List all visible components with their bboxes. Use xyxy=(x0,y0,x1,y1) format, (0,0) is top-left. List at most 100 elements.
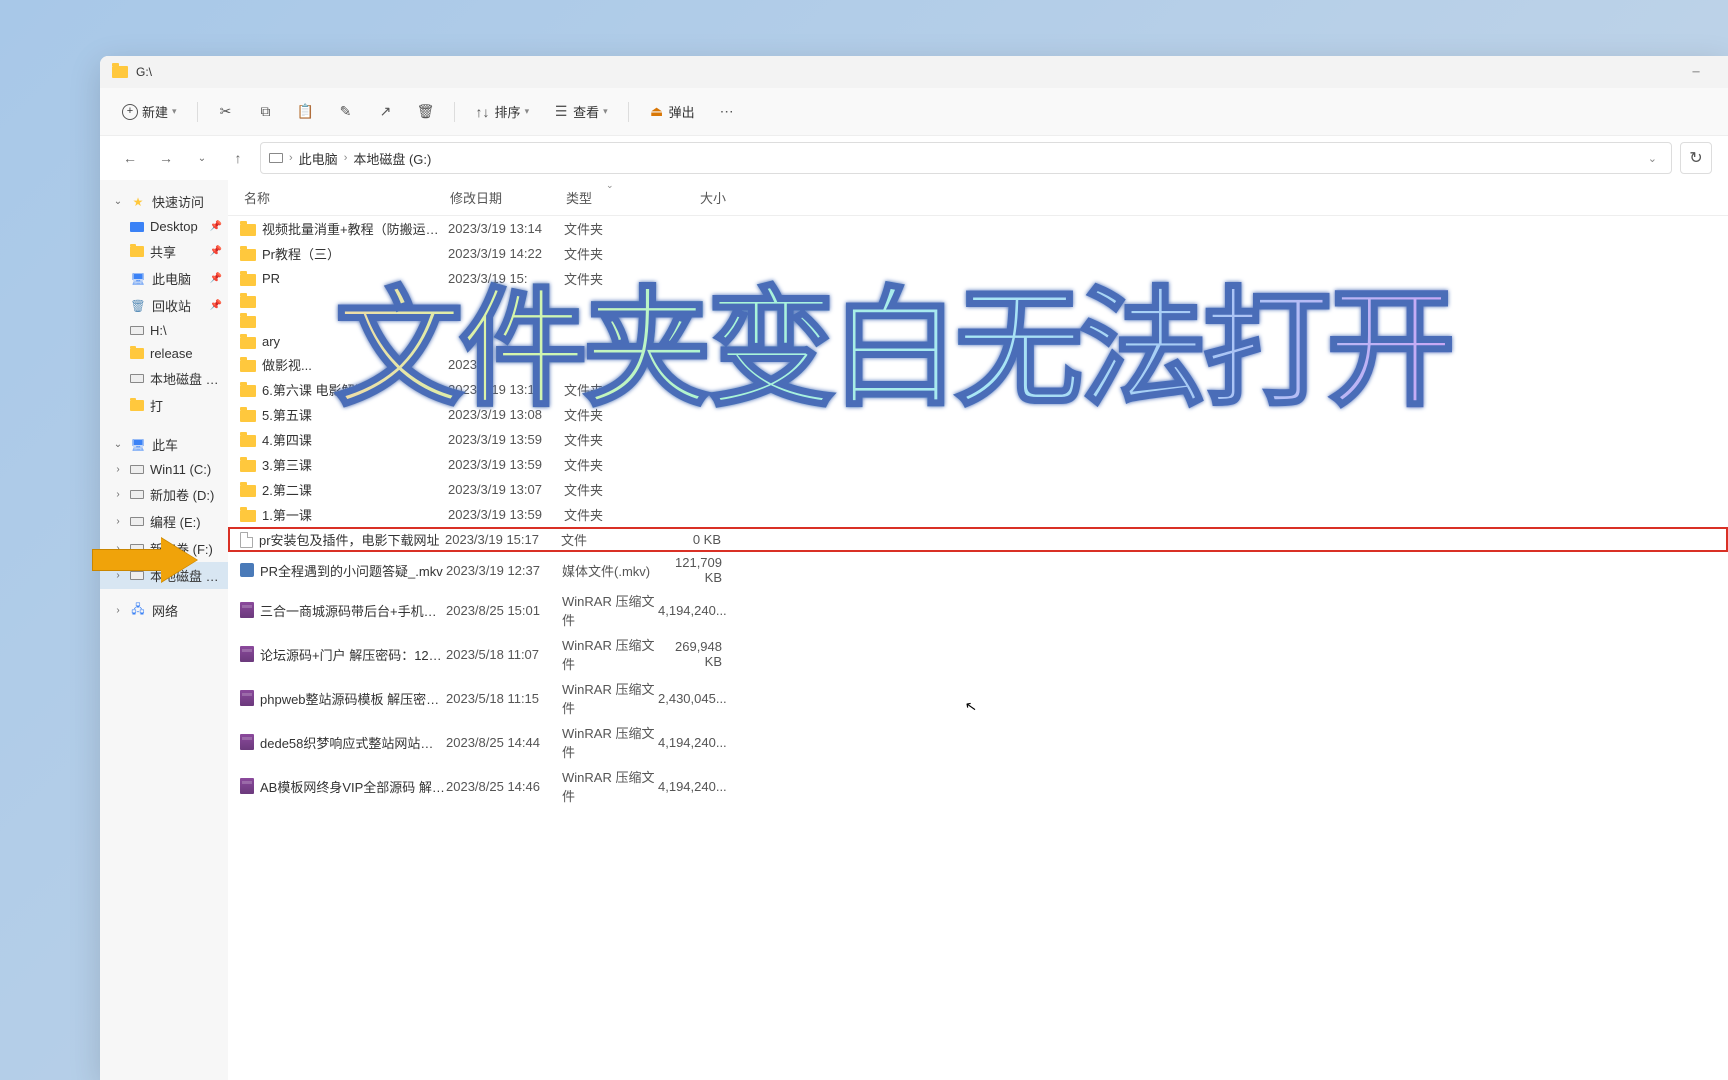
paste-button[interactable]: 📋 xyxy=(288,98,324,126)
file-size: 4,194,240... xyxy=(658,735,722,750)
file-row[interactable]: 视频批量消重+教程（防搬运工具9月更...2023/3/19 13:14文件夹 xyxy=(228,216,1728,241)
file-type: 文件夹 xyxy=(564,405,660,424)
mkv-icon xyxy=(240,563,254,577)
file-row[interactable]: 6.第六课 电影解说2023/3/19 13:16文件夹 xyxy=(228,377,1728,402)
file-pane: 名称 修改日期 类型⌄ 大小 视频批量消重+教程（防搬运工具9月更...2023… xyxy=(228,180,1728,1080)
file-type: WinRAR 压缩文件 xyxy=(562,591,658,629)
file-name: dede58织梦响应式整站网站源码模板 解... xyxy=(260,733,446,752)
file-row[interactable]: 做影视...2023/ xyxy=(228,352,1728,377)
col-date[interactable]: 修改日期 xyxy=(450,188,566,207)
file-row[interactable]: 4.第四课2023/3/19 13:59文件夹 xyxy=(228,427,1728,452)
file-row[interactable]: 论坛源码+门户 解压密码：123.rar2023/5/18 11:07WinRA… xyxy=(228,632,1728,676)
refresh-button[interactable]: ↻ xyxy=(1680,142,1712,174)
file-row[interactable]: 3.第三课2023/3/19 13:59文件夹 xyxy=(228,452,1728,477)
file-list[interactable]: 视频批量消重+教程（防搬运工具9月更...2023/3/19 13:14文件夹P… xyxy=(228,216,1728,1080)
file-row[interactable] xyxy=(228,311,1728,331)
file-date: 2023/3/19 15: xyxy=(448,271,564,286)
sidebar-drive-item[interactable]: ›编程 (E:) xyxy=(100,508,228,535)
sidebar-item-label: 打 xyxy=(150,396,220,415)
breadcrumb-pc[interactable]: 此电脑 xyxy=(299,149,338,168)
sidebar-item[interactable]: release xyxy=(100,342,228,365)
chevron-down-icon[interactable]: ⌄ xyxy=(112,196,124,207)
chevron-down-icon[interactable]: ⌄ xyxy=(1642,152,1663,165)
view-label: 查看 xyxy=(573,102,599,121)
sidebar-this-pc[interactable]: ⌄ 🖥 此车 xyxy=(100,431,228,458)
col-type[interactable]: 类型⌄ xyxy=(566,188,662,207)
chevron-right-icon[interactable]: › xyxy=(112,464,124,475)
sidebar-item[interactable]: 🖥此电脑📌 xyxy=(100,265,228,292)
file-size: 0 KB xyxy=(657,532,721,547)
sidebar-item[interactable]: 🗑回收站📌 xyxy=(100,292,228,319)
file-row[interactable]: 2.第二课2023/3/19 13:07文件夹 xyxy=(228,477,1728,502)
forward-button[interactable]: → xyxy=(152,144,180,172)
pin-icon: 📌 xyxy=(210,273,222,284)
new-button[interactable]: + 新建 ▾ xyxy=(112,96,187,127)
file-size: 2,430,045... xyxy=(658,691,722,706)
file-type: 文件夹 xyxy=(564,455,660,474)
folder-icon xyxy=(130,400,144,411)
view-button[interactable]: ☰ 查看 ▾ xyxy=(543,96,618,127)
file-row[interactable]: 1.第一课2023/3/19 13:59文件夹 xyxy=(228,502,1728,527)
chevron-right-icon[interactable]: › xyxy=(112,516,124,527)
eject-label: 弹出 xyxy=(669,102,695,121)
file-row[interactable]: PR全程遇到的小问题答疑_.mkv2023/3/19 12:37媒体文件(.mk… xyxy=(228,552,1728,588)
sort-button[interactable]: ↑↓ 排序 ▾ xyxy=(465,96,540,127)
sidebar-drive-item[interactable]: › Win11 (C:) xyxy=(100,458,228,481)
sidebar-item[interactable]: H:\ xyxy=(100,319,228,342)
chevron-right-icon[interactable]: › xyxy=(112,605,124,616)
file-row[interactable]: AB模板网终身VIP全部源码 解压密码：1...2023/8/25 14:46W… xyxy=(228,764,1728,808)
drive-icon xyxy=(130,374,144,383)
rename-icon: ✎ xyxy=(338,104,354,120)
file-row[interactable]: ary xyxy=(228,331,1728,352)
file-row[interactable]: PR2023/3/19 15:文件夹 xyxy=(228,266,1728,291)
sidebar-drive-item[interactable]: ›新加卷 (D:) xyxy=(100,481,228,508)
sidebar-item-label: Win11 (C:) xyxy=(150,462,220,477)
titlebar[interactable]: G:\ ─ xyxy=(100,56,1728,88)
rename-button[interactable]: ✎ xyxy=(328,98,364,126)
recent-button[interactable]: ⌄ xyxy=(188,144,216,172)
col-size[interactable]: 大小 xyxy=(662,188,726,207)
copy-button[interactable]: ⧉ xyxy=(248,98,284,126)
file-name: AB模板网终身VIP全部源码 解压密码：1... xyxy=(260,777,446,796)
column-headers: 名称 修改日期 类型⌄ 大小 xyxy=(228,180,1728,216)
paste-icon: 📋 xyxy=(298,104,314,120)
sidebar-item[interactable]: 共享📌 xyxy=(100,238,228,265)
file-size: 4,194,240... xyxy=(658,779,722,794)
sidebar-item[interactable]: 本地磁盘 (G:) xyxy=(100,365,228,392)
file-row[interactable]: Pr教程（三）2023/3/19 14:22文件夹 xyxy=(228,241,1728,266)
folder-icon xyxy=(130,348,144,359)
file-date: 2023/ xyxy=(448,357,564,372)
delete-button[interactable]: 🗑 xyxy=(408,98,444,126)
file-type: 文件 xyxy=(561,530,657,549)
file-row[interactable] xyxy=(228,291,1728,311)
sidebar-quick-access[interactable]: ⌄ ★ 快速访问 xyxy=(100,188,228,215)
file-row[interactable]: 三合一商城源码带后台+手机版 解压密码...2023/8/25 15:01Win… xyxy=(228,588,1728,632)
sidebar-item[interactable]: 打 xyxy=(100,392,228,419)
back-button[interactable]: ← xyxy=(116,144,144,172)
file-name: PR全程遇到的小问题答疑_.mkv xyxy=(260,561,446,580)
folder-icon xyxy=(240,435,256,447)
minimize-button[interactable]: ─ xyxy=(1676,58,1716,86)
drive-icon xyxy=(130,490,144,499)
file-row[interactable]: 5.第五课2023/3/19 13:08文件夹 xyxy=(228,402,1728,427)
star-icon: ★ xyxy=(130,194,146,210)
col-name[interactable]: 名称 xyxy=(240,188,450,207)
sidebar-network[interactable]: › 🖧 网络 xyxy=(100,597,228,624)
sidebar-item[interactable]: Desktop📌 xyxy=(100,215,228,238)
cut-button[interactable]: ✂ xyxy=(208,98,244,126)
chevron-right-icon[interactable]: › xyxy=(112,489,124,500)
breadcrumb-drive[interactable]: 本地磁盘 (G:) xyxy=(353,149,431,168)
file-row[interactable]: dede58织梦响应式整站网站源码模板 解...2023/8/25 14:44W… xyxy=(228,720,1728,764)
up-button[interactable]: ↑ xyxy=(224,144,252,172)
more-button[interactable]: ⋯ xyxy=(709,98,745,126)
chevron-down-icon[interactable]: ⌄ xyxy=(112,439,124,450)
folder-icon xyxy=(240,249,256,261)
drive-icon xyxy=(130,465,144,474)
file-name: Pr教程（三） xyxy=(262,244,448,263)
eject-button[interactable]: ⏏ 弹出 xyxy=(639,96,705,127)
file-type: WinRAR 压缩文件 xyxy=(562,723,658,761)
share-button[interactable]: ↗ xyxy=(368,98,404,126)
file-row[interactable]: pr安装包及插件，电影下载网址2023/3/19 15:17文件0 KB xyxy=(228,527,1728,552)
file-type: 文件夹 xyxy=(564,269,660,288)
address-bar[interactable]: › 此电脑 › 本地磁盘 (G:) ⌄ xyxy=(260,142,1672,174)
